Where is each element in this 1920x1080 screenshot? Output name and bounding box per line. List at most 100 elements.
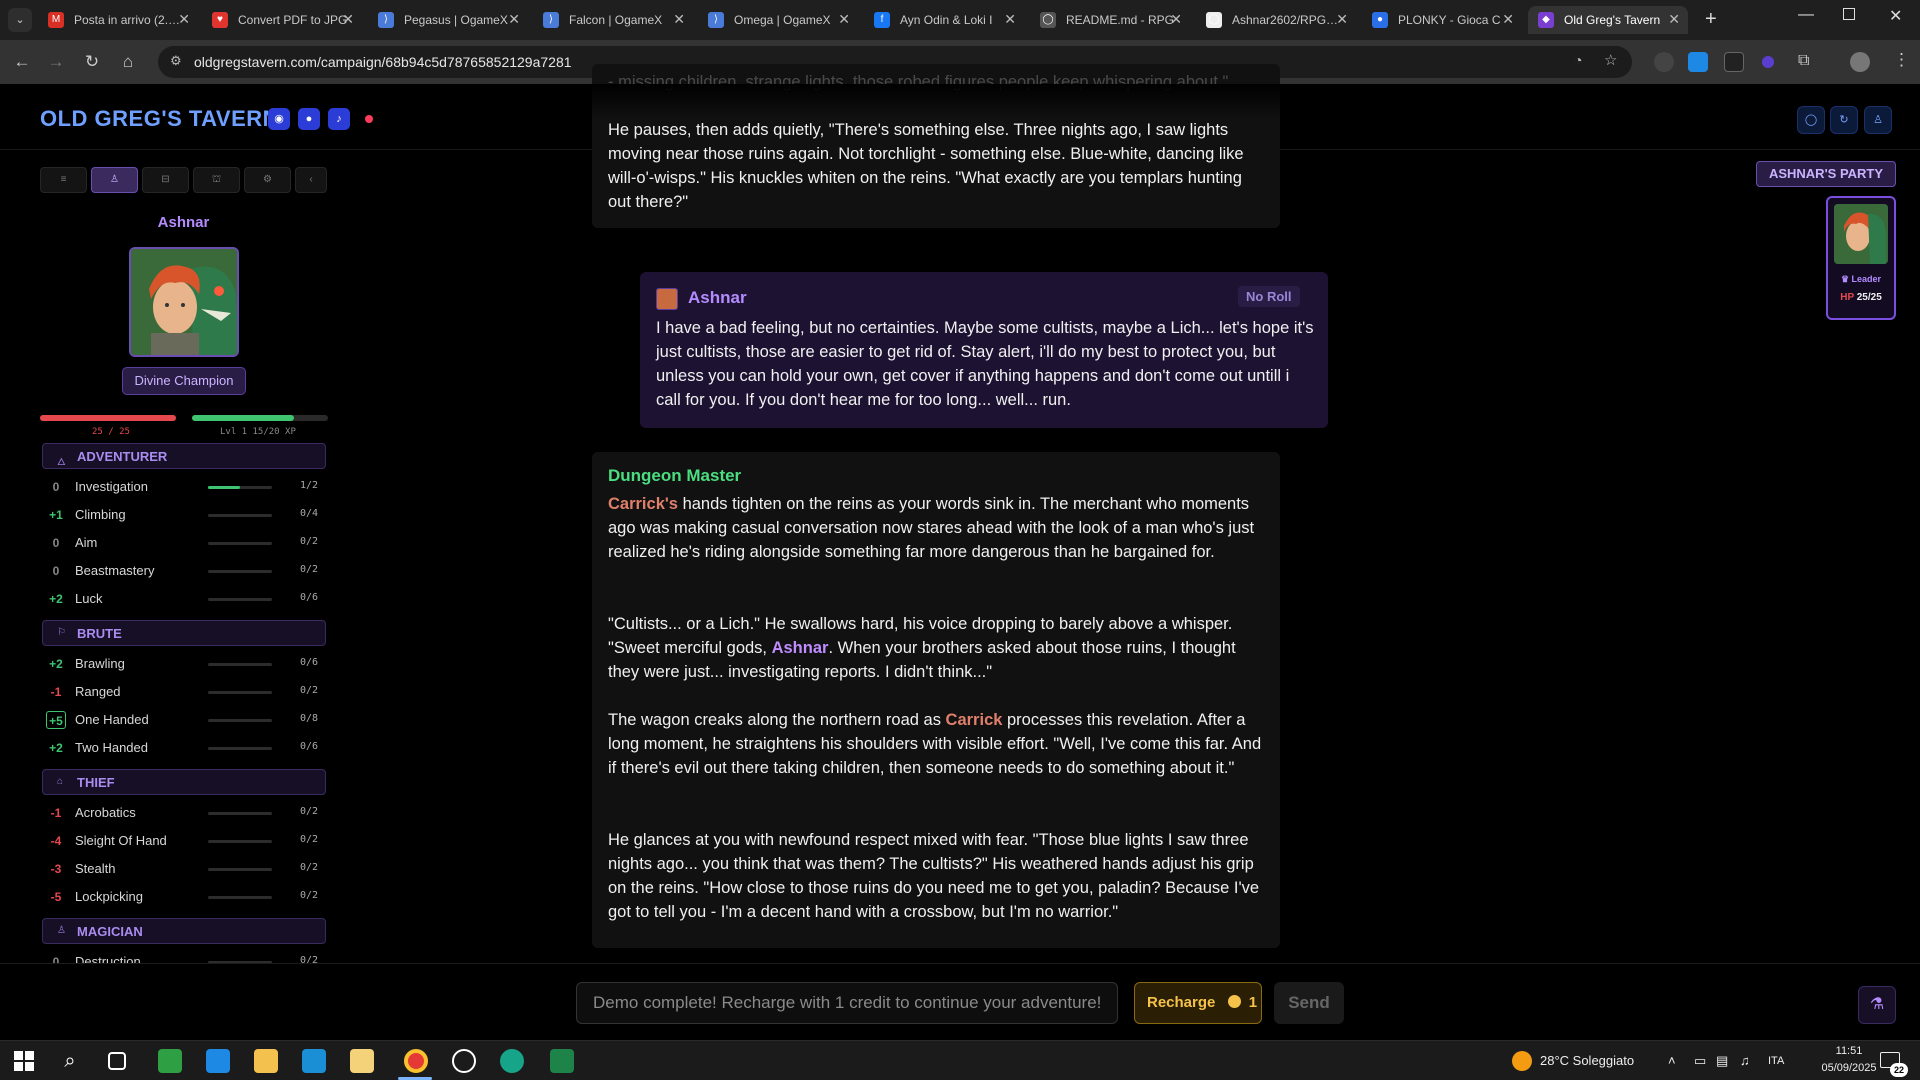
- tab-close-icon[interactable]: ✕: [1336, 11, 1348, 28]
- skill-row[interactable]: -3 Stealth 0/2: [42, 858, 332, 880]
- sidebar-tab-settings[interactable]: ⚙: [244, 167, 291, 193]
- profile-avatar[interactable]: [1850, 52, 1870, 72]
- meet-now-icon[interactable]: ▭: [1694, 1053, 1706, 1069]
- browser-tab[interactable]: ◯ README.md - RPG ✕: [1030, 6, 1190, 34]
- skill-row[interactable]: +5 One Handed 0/8: [42, 709, 332, 731]
- search-icon[interactable]: ⌕: [58, 1049, 82, 1073]
- skill-row[interactable]: +1 Climbing 0/4: [42, 504, 332, 526]
- weather-text[interactable]: 28°C Soleggiato: [1540, 1053, 1634, 1068]
- tab-close-icon[interactable]: ✕: [1668, 11, 1680, 28]
- browser-tab[interactable]: M Posta in arrivo (2.… ✕: [38, 6, 198, 34]
- skill-section-header[interactable]: ♙ MAGICIAN: [42, 918, 326, 944]
- new-tab-button[interactable]: +: [1705, 8, 1717, 31]
- tray-chevron-icon[interactable]: ˄: [1668, 1053, 1676, 1068]
- chat-input[interactable]: [577, 983, 1117, 1023]
- tab-close-icon[interactable]: ✕: [178, 11, 190, 28]
- sidebar-tab-character[interactable]: ♙: [91, 167, 138, 193]
- task-view-icon[interactable]: [108, 1052, 126, 1070]
- browser-tab[interactable]: ⟩ Falcon | OgameX ✕: [533, 6, 693, 34]
- add-player-icon[interactable]: ♙: [1864, 106, 1892, 134]
- skill-row[interactable]: +2 Luck 0/6: [42, 588, 332, 610]
- clock-date[interactable]: 05/09/2025: [1814, 1062, 1884, 1074]
- tab-close-icon[interactable]: ✕: [838, 11, 850, 28]
- vscode-icon[interactable]: [206, 1049, 230, 1073]
- skill-count: 0/2: [300, 955, 319, 963]
- chat-input-field[interactable]: [576, 982, 1118, 1024]
- chatgpt-icon[interactable]: [452, 1049, 476, 1073]
- browser-tab[interactable]: ♥ Convert PDF to JPG ✕: [202, 6, 362, 34]
- sidebar-tab-menu[interactable]: ≡: [40, 167, 87, 193]
- tiktok-icon[interactable]: ♪: [328, 108, 350, 130]
- store-icon[interactable]: [302, 1049, 326, 1073]
- skill-row[interactable]: 0 Beastmastery 0/2: [42, 560, 332, 582]
- browser-menu-icon[interactable]: ⋮: [1893, 50, 1910, 70]
- extension-icon-4[interactable]: [1762, 56, 1774, 68]
- brand-logo[interactable]: OLD GREG'S TAVERN: [40, 106, 279, 132]
- performance-icon[interactable]: ◔: [1574, 52, 1582, 68]
- sidebar-collapse-button[interactable]: ‹: [295, 167, 327, 193]
- browser-tab[interactable]: ◯ Ashnar2602/RPG… ✕: [1196, 6, 1356, 34]
- minimize-button[interactable]: —: [1798, 6, 1814, 24]
- file-explorer-icon[interactable]: [254, 1049, 278, 1073]
- skill-section-header[interactable]: 🜂 ADVENTURER: [42, 443, 326, 469]
- excel-icon[interactable]: [550, 1049, 574, 1073]
- dice-roll-icon[interactable]: ⚗: [1858, 986, 1896, 1024]
- back-button[interactable]: ←: [10, 50, 34, 74]
- skill-row[interactable]: 0 Investigation 1/2: [42, 476, 332, 498]
- browser-tab[interactable]: ◆ Old Greg's Tavern ✕: [1528, 6, 1688, 34]
- discord-icon[interactable]: ◉: [268, 108, 290, 130]
- tab-close-icon[interactable]: ✕: [508, 11, 520, 28]
- clock-time[interactable]: 11:51: [1814, 1045, 1884, 1057]
- windows-start-icon[interactable]: [12, 1049, 36, 1073]
- skill-section-header[interactable]: ⌂ THIEF: [42, 769, 326, 795]
- restore-button[interactable]: [1843, 8, 1855, 20]
- close-window-button[interactable]: ✕: [1889, 6, 1902, 26]
- tab-close-icon[interactable]: ✕: [342, 11, 354, 28]
- chat-icon[interactable]: ◯: [1797, 106, 1825, 134]
- send-button[interactable]: Send: [1274, 982, 1344, 1024]
- browser-tab[interactable]: ● PLONKY - Gioca C ✕: [1362, 6, 1522, 34]
- skill-row[interactable]: 0 Destruction 0/2: [42, 951, 332, 963]
- browser-tab[interactable]: ⟩ Pegasus | OgameX ✕: [368, 6, 528, 34]
- volume-icon[interactable]: ♫: [1740, 1053, 1750, 1068]
- forward-button[interactable]: →: [44, 50, 68, 74]
- browser-tab[interactable]: f Ayn Odin & Loki I ✕: [864, 6, 1024, 34]
- extensions-puzzle-icon[interactable]: ⧉: [1798, 52, 1818, 72]
- edge-icon[interactable]: [500, 1049, 524, 1073]
- extension-icon-3[interactable]: [1724, 52, 1744, 72]
- weather-icon[interactable]: [1512, 1051, 1532, 1071]
- reload-button[interactable]: ↻: [80, 50, 104, 74]
- skill-row[interactable]: -1 Acrobatics 0/2: [42, 802, 332, 824]
- extension-icon-1[interactable]: [1654, 52, 1674, 72]
- skill-row[interactable]: +2 Two Handed 0/6: [42, 737, 332, 759]
- reddit-icon[interactable]: ●: [298, 108, 320, 130]
- recharge-button[interactable]: Recharge 1: [1134, 982, 1262, 1024]
- input-divider: [0, 963, 1920, 964]
- chrome-icon[interactable]: [404, 1049, 428, 1073]
- skill-row[interactable]: -4 Sleight Of Hand 0/2: [42, 830, 332, 852]
- skill-row[interactable]: +2 Brawling 0/6: [42, 653, 332, 675]
- skill-row[interactable]: -1 Ranged 0/2: [42, 681, 332, 703]
- tab-close-icon[interactable]: ✕: [1170, 11, 1182, 28]
- extension-icon-2[interactable]: [1688, 52, 1708, 72]
- skill-row[interactable]: 0 Aim 0/2: [42, 532, 332, 554]
- network-icon[interactable]: ▤: [1716, 1053, 1728, 1069]
- tab-search-button[interactable]: ⌄: [8, 8, 32, 32]
- tab-close-icon[interactable]: ✕: [1502, 11, 1514, 28]
- skill-section-header[interactable]: ⚐ BRUTE: [42, 620, 326, 646]
- visual-studio-icon[interactable]: [158, 1049, 182, 1073]
- site-info-icon[interactable]: ⚙: [170, 53, 182, 69]
- notes-icon[interactable]: [350, 1049, 374, 1073]
- sidebar-tab-camp[interactable]: ⛫: [193, 167, 240, 193]
- url-text[interactable]: oldgregstavern.com/campaign/68b94c5d7876…: [194, 54, 572, 70]
- sidebar-tab-inventory[interactable]: ⊟: [142, 167, 189, 193]
- skill-row[interactable]: -5 Lockpicking 0/2: [42, 886, 332, 908]
- home-button[interactable]: ⌂: [116, 50, 140, 74]
- tab-close-icon[interactable]: ✕: [1004, 11, 1016, 28]
- language-indicator[interactable]: ITA: [1768, 1055, 1784, 1067]
- party-member-card[interactable]: ♛ Leader HP 25/25: [1826, 196, 1896, 320]
- bookmark-star-icon[interactable]: ☆: [1604, 51, 1617, 69]
- browser-tab[interactable]: ⟩ Omega | OgameX ✕: [698, 6, 858, 34]
- refresh-icon[interactable]: ↻: [1830, 106, 1858, 134]
- tab-close-icon[interactable]: ✕: [673, 11, 685, 28]
